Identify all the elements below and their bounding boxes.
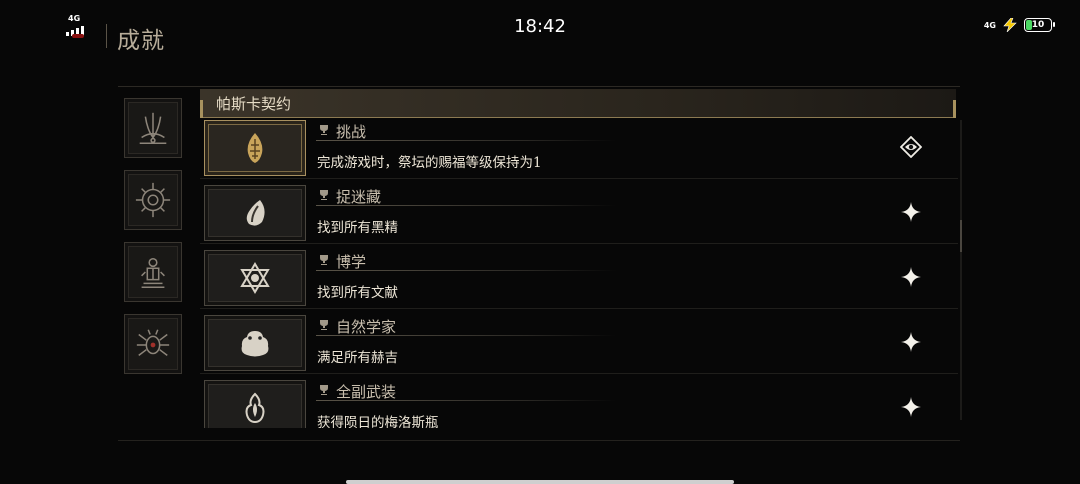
idol-altar-icon	[141, 257, 165, 288]
panel-bottom-border	[118, 440, 960, 441]
name-underline	[316, 140, 616, 141]
name-underline	[316, 400, 616, 401]
achievement-name: 自然学家	[336, 318, 397, 336]
sparkle-icon	[901, 397, 921, 417]
achievement-description: 找到所有黑精	[317, 220, 398, 236]
name-underline	[316, 335, 616, 336]
scrollbar-thumb[interactable]	[960, 220, 962, 252]
trophy-icon	[320, 190, 328, 200]
sparkle-icon	[901, 332, 921, 352]
achievement-description: 找到所有文献	[317, 285, 398, 301]
achievement-description: 获得陨日的梅洛斯瓶	[317, 415, 439, 428]
home-indicator[interactable]	[346, 480, 734, 484]
achievement-icon-frame	[204, 380, 306, 428]
eye-emblem-icon	[900, 136, 922, 158]
hexagram-icon	[240, 262, 270, 294]
achievement-name: 博学	[336, 253, 367, 271]
achievement-row[interactable]: 博学 找到所有文献	[200, 250, 958, 309]
network-type-label: 4G	[983, 20, 996, 30]
trophy-icon	[320, 125, 328, 135]
name-underline	[316, 205, 616, 206]
battery-icon: 10	[1024, 18, 1055, 32]
leaf-spirit-icon	[246, 200, 265, 226]
achievement-row[interactable]: 捉迷藏 找到所有黑精	[200, 185, 958, 244]
status-clock: 18:42	[514, 16, 566, 37]
flame-sigil-icon	[247, 133, 263, 163]
flame-vial-icon	[245, 392, 265, 424]
achievement-list: 挑战 完成游戏时，祭坛的赐福等级保持为1 捉迷藏 找到所有黑精 博学 找到所有文…	[200, 120, 958, 428]
trophy-icon	[320, 385, 328, 395]
trophy-icon	[320, 255, 328, 265]
section-header: 帕斯卡契约	[200, 89, 956, 118]
toad-icon	[241, 331, 269, 357]
achievement-name: 挑战	[336, 123, 367, 141]
scrollbar[interactable]	[960, 120, 962, 420]
achievement-name: 全副武装	[336, 383, 397, 401]
achievement-description: 完成游戏时，祭坛的赐福等级保持为1	[317, 155, 542, 171]
trophy-icon	[320, 320, 328, 330]
name-underline	[316, 270, 616, 271]
row-separator	[200, 178, 958, 179]
achievement-icon-frame	[204, 120, 306, 176]
achievement-row[interactable]: 全副武装 获得陨日的梅洛斯瓶	[200, 380, 958, 428]
spider-eye-icon	[136, 329, 170, 357]
row-separator	[200, 373, 958, 374]
category-tab-3[interactable]	[124, 242, 182, 302]
panel-top-border	[118, 86, 960, 87]
achievement-icon-frame	[204, 250, 306, 306]
achievement-icon-frame	[204, 315, 306, 371]
sparkle-icon	[901, 202, 921, 222]
achievement-row[interactable]: 自然学家 满足所有赫吉	[200, 315, 958, 374]
sparkle-icon	[901, 267, 921, 287]
section-title: 帕斯卡契约	[216, 95, 292, 113]
category-tab-2[interactable]	[124, 170, 182, 230]
row-separator	[200, 308, 958, 309]
status-right: 4G 10	[983, 18, 1055, 32]
achievement-row[interactable]: 挑战 完成游戏时，祭坛的赐福等级保持为1	[200, 120, 958, 179]
category-tab-1[interactable]	[124, 98, 182, 158]
charging-bolt-icon	[1003, 18, 1017, 32]
row-separator	[200, 243, 958, 244]
achievement-name: 捉迷藏	[336, 188, 382, 206]
battery-level: 10	[1031, 20, 1045, 30]
sun-compass-icon	[135, 182, 171, 218]
pillar-claw-icon	[139, 112, 167, 144]
achievement-description: 满足所有赫吉	[317, 350, 398, 366]
category-tab-4[interactable]	[124, 314, 182, 374]
achievement-icon-frame	[204, 185, 306, 241]
